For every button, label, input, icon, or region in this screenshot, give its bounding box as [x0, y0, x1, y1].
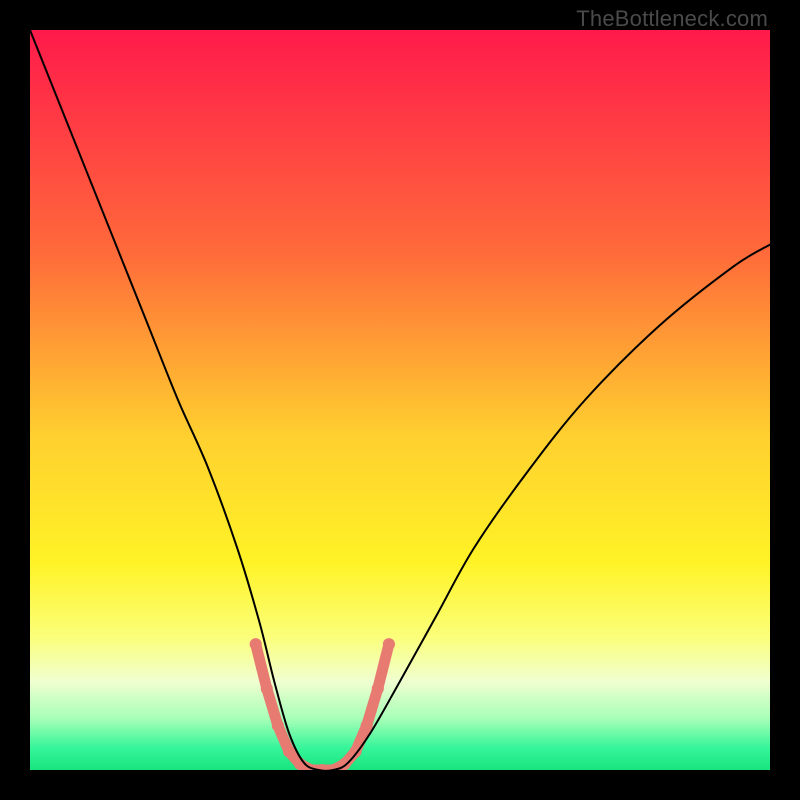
highlight-segment: [256, 644, 267, 688]
highlight-segment: [378, 644, 389, 688]
highlight-dot: [283, 745, 295, 757]
highlight-dot: [272, 720, 284, 732]
plot-area: [30, 30, 770, 770]
highlight-dot: [261, 683, 273, 695]
highlight-dot: [361, 720, 373, 732]
watermark-text: TheBottleneck.com: [576, 6, 768, 32]
highlight-dot: [372, 683, 384, 695]
bottleneck-curve: [30, 30, 770, 770]
highlight-dot: [250, 638, 262, 650]
chart-frame: TheBottleneck.com: [0, 0, 800, 800]
highlight-dot: [383, 638, 395, 650]
curve-layer: [30, 30, 770, 770]
